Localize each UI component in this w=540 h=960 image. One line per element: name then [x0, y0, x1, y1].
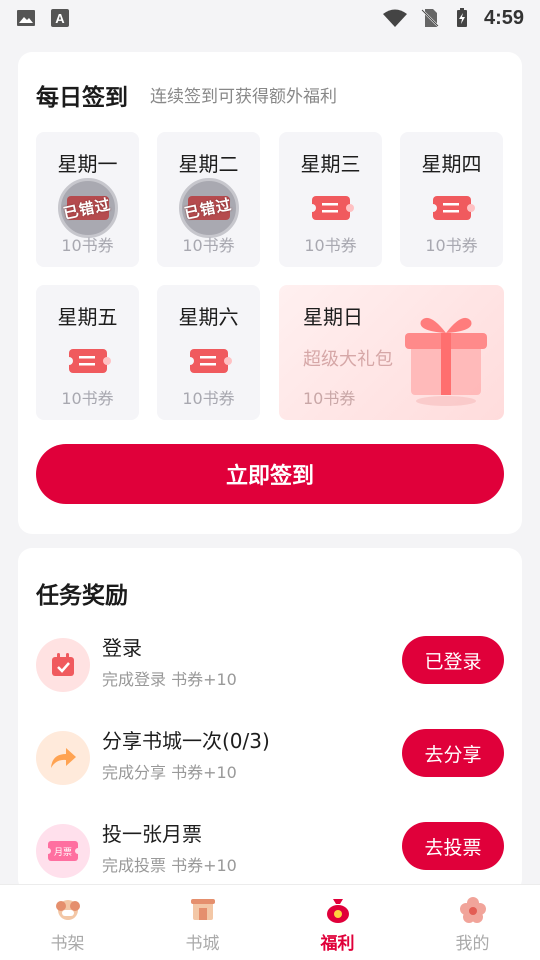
wifi-icon	[382, 9, 407, 27]
profile-flower-icon	[459, 897, 486, 923]
clock: 4:59	[483, 6, 524, 29]
tab-profile[interactable]: 我的	[405, 885, 540, 960]
day-reward: 10书券	[182, 389, 235, 408]
day-name: 星期六	[178, 305, 239, 329]
day-reward: 10书券	[304, 236, 357, 255]
day-reward: 10书券	[61, 389, 114, 408]
ticket-icon	[307, 196, 354, 220]
vote-button[interactable]: 去投票	[402, 822, 504, 870]
daily-sign-card: 每日签到 连续签到可获得额外福利 星期一 已错过 10书券 星期二 已错过 10…	[18, 52, 522, 534]
share-button[interactable]: 去分享	[402, 729, 504, 777]
task-login: 登录 完成登录 书券+10 已登录	[36, 630, 504, 702]
day-monday[interactable]: 星期一 已错过 10书券	[36, 132, 139, 267]
day-reward: 10书券	[303, 389, 356, 408]
svg-text:A: A	[55, 11, 65, 26]
sign-subtitle: 连续签到可获得额外福利	[150, 87, 337, 107]
day-name: 星期五	[57, 305, 118, 329]
day-name: 星期三	[300, 152, 361, 176]
logged-in-button[interactable]: 已登录	[402, 636, 504, 684]
tab-label: 福利	[320, 934, 355, 954]
day-wednesday[interactable]: 星期三 10书券	[279, 132, 382, 267]
ticket-icon	[428, 196, 475, 220]
gift-box-icon	[405, 317, 487, 406]
task-desc: 完成登录 书券+10	[102, 670, 237, 689]
tab-welfare[interactable]: 福利	[270, 885, 405, 960]
task-desc: 完成投票 书券+10	[102, 856, 237, 875]
bookstore-icon	[190, 899, 215, 920]
no-sim-icon	[421, 9, 439, 27]
tab-label: 书架	[50, 934, 85, 954]
ticket-icon	[64, 349, 111, 373]
day-tuesday[interactable]: 星期二 已错过 10书券	[157, 132, 260, 267]
tab-label: 书城	[185, 934, 220, 954]
day-reward: 10书券	[182, 236, 235, 255]
calendar-icon	[52, 653, 74, 676]
day-reward: 10书券	[425, 236, 478, 255]
day-reward: 10书券	[61, 236, 114, 255]
gallery-icon	[17, 10, 35, 26]
welfare-bag-icon	[326, 899, 349, 923]
task-reward-card: 任务奖励 登录 完成登录 书券+10 已登录 分享书城一次(0/3) 完成分享 …	[18, 548, 522, 893]
day-thursday[interactable]: 星期四 10书券	[400, 132, 503, 267]
share-icon	[51, 748, 76, 768]
sign-in-button[interactable]: 立即签到	[36, 444, 504, 504]
tab-bookshelf[interactable]: 书架	[0, 885, 135, 960]
task-title: 分享书城一次(0/3)	[102, 729, 270, 753]
status-bar: A 4:59	[0, 0, 540, 36]
missed-stamp: 已错过	[177, 176, 241, 240]
day-name: 星期二	[178, 152, 239, 176]
bookshelf-icon	[55, 900, 80, 920]
super-gift-label: 超级大礼包	[303, 349, 393, 370]
ticket-icon	[185, 349, 232, 373]
bottom-tab-bar: 书架 书城 福利 我的	[0, 884, 540, 960]
monthly-ticket-icon: 月票	[46, 841, 80, 861]
missed-stamp: 已错过	[56, 176, 120, 240]
task-title: 登录	[102, 636, 142, 660]
tab-bookstore[interactable]: 书城	[135, 885, 270, 960]
tasks-title: 任务奖励	[36, 583, 128, 609]
tab-label: 我的	[455, 934, 490, 954]
sign-title: 每日签到	[36, 85, 128, 111]
day-friday[interactable]: 星期五 10书券	[36, 285, 139, 420]
task-desc: 完成分享 书券+10	[102, 763, 237, 782]
task-title: 投一张月票	[102, 822, 202, 846]
svg-text:月票: 月票	[54, 847, 72, 858]
day-name: 星期一	[57, 152, 118, 176]
battery-charging-icon	[456, 8, 467, 27]
day-saturday[interactable]: 星期六 10书券	[157, 285, 260, 420]
day-name: 星期日	[303, 305, 363, 329]
day-sunday[interactable]: 星期日 超级大礼包 10书券	[279, 285, 504, 420]
day-name: 星期四	[421, 152, 482, 176]
font-icon: A	[51, 9, 69, 27]
task-vote: 月票 投一张月票 完成投票 书券+10 去投票	[36, 816, 504, 888]
task-share: 分享书城一次(0/3) 完成分享 书券+10 去分享	[36, 723, 504, 795]
